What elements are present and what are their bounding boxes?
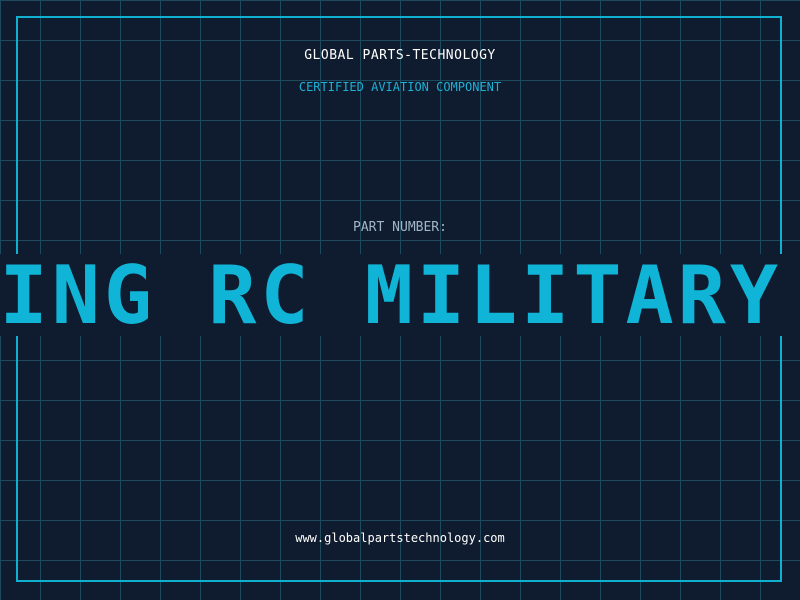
part-number-value: HTNING RC MILITARY — [0, 254, 782, 336]
certification-subtitle: CERTIFIED AVIATION COMPONENT — [298, 80, 502, 94]
certificate-page: GLOBAL PARTS-TECHNOLOGY CERTIFIED AVIATI… — [0, 0, 800, 600]
part-number-label: PART NUMBER: — [353, 220, 447, 235]
company-name: GLOBAL PARTS-TECHNOLOGY — [304, 48, 496, 63]
website-url: www.globalpartstechnology.com — [295, 531, 505, 545]
part-number-band: HTNING RC MILITARY — [0, 254, 800, 336]
